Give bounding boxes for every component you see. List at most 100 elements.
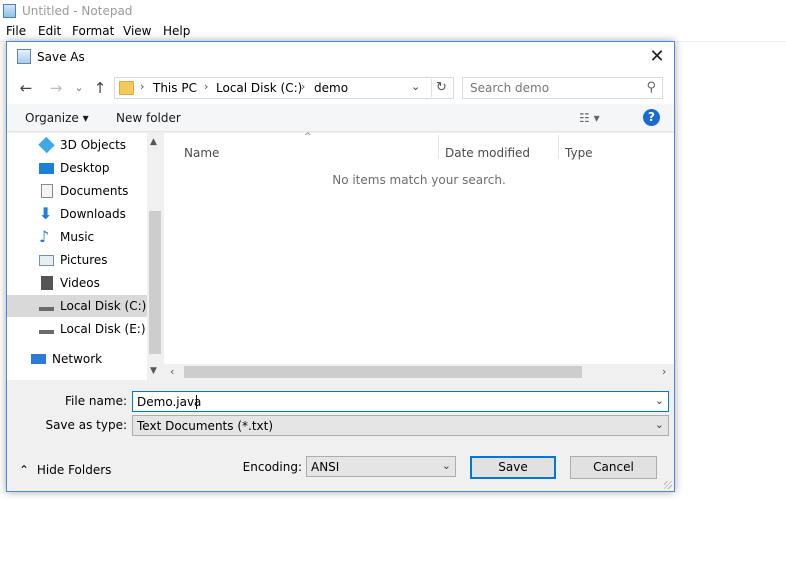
nav-item-label: Music [60,230,95,244]
up-arrow-icon[interactable]: ↑ [90,78,110,98]
new-folder-button[interactable]: New folder [116,111,181,125]
network-icon [31,354,46,364]
scrollbar-thumb[interactable] [149,211,161,354]
forward-arrow-icon[interactable]: → [46,78,66,98]
column-header-name[interactable]: Name [184,146,219,160]
nav-item-label: Network [52,352,103,366]
chevron-down-icon[interactable]: ⌄ [655,418,664,431]
sort-ascending-icon: ^ [304,132,312,142]
nav-item-label: Documents [60,184,129,198]
breadcrumb-separator: › [301,80,306,93]
nav-item-downloads[interactable]: ⬇ Downloads [7,203,147,225]
file-name-value: Demo.java [137,395,202,409]
help-icon[interactable]: ? [643,109,660,126]
chevron-up-icon: ⌃ [19,463,30,477]
nav-item-label: Downloads [60,207,126,221]
save-as-type-label: Save as type: [45,418,127,432]
scrollbar-thumb[interactable] [184,366,582,378]
nav-item-documents[interactable]: Documents [7,180,147,202]
column-divider[interactable] [558,135,559,159]
encoding-select[interactable]: ANSI ⌄ [306,456,456,477]
menu-edit[interactable]: Edit [38,24,61,38]
drive-icon [39,301,54,311]
desktop-icon [39,163,54,174]
nav-item-label: 3D Objects [60,138,127,152]
nav-item-label: Desktop [60,161,110,175]
nav-item-3d-objects[interactable]: 3D Objects [7,134,147,156]
save-as-dialog: Save As ✕ ← → ⌄ ↑ › This PC › Local Disk… [6,41,675,492]
hide-folders-button[interactable]: ⌃ Hide Folders [19,463,111,477]
menu-help[interactable]: Help [163,24,190,38]
notepad-title: Untitled - Notepad [22,4,133,18]
refresh-icon[interactable]: ↻ [431,79,451,97]
column-divider[interactable] [438,135,439,159]
nav-item-network[interactable]: Network [7,348,147,370]
scroll-left-icon[interactable]: ‹ [170,365,174,378]
empty-message: No items match your search. [332,173,506,187]
resize-grip-icon[interactable] [664,481,672,489]
search-input[interactable]: Search demo ⚲ [462,77,663,99]
address-bar[interactable]: › This PC › Local Disk (C:) › demo ⌄ ↻ [114,77,454,99]
scroll-right-icon[interactable]: › [662,365,666,378]
back-arrow-icon[interactable]: ← [16,78,36,98]
nav-item-label: Local Disk (C:) [60,299,147,313]
column-header-type[interactable]: Type [565,146,593,160]
documents-icon [41,184,53,198]
nav-item-desktop[interactable]: Desktop [7,157,147,179]
notepad-menubar: File Edit Format View Help [0,22,786,41]
dialog-titlebar[interactable]: Save As ✕ [7,42,674,72]
chevron-down-icon[interactable]: ⌄ [411,80,420,93]
cancel-button[interactable]: Cancel [570,456,657,479]
organize-button[interactable]: Organize ▾ [25,111,89,125]
cube-icon [38,136,55,154]
chevron-down-icon[interactable]: ⌄ [655,394,664,407]
breadcrumb-demo[interactable]: demo [314,81,348,95]
nav-item-pictures[interactable]: Pictures [7,249,147,271]
search-icon[interactable]: ⚲ [646,80,656,95]
folder-icon [119,81,134,95]
file-list-horizontal-scrollbar[interactable]: ‹ › [164,364,674,380]
drive-icon [39,324,54,334]
navigation-pane: 3D Objects Desktop Documents ⬇ Downloads… [7,133,163,380]
save-as-type-select[interactable]: Text Documents (*.txt) ⌄ [132,415,669,436]
menu-format[interactable]: Format [72,24,114,38]
encoding-value: ANSI [311,460,340,474]
view-options-icon[interactable]: ☷ ▾ [579,111,600,125]
breadcrumb-separator: › [204,80,209,93]
breadcrumb-this-pc[interactable]: This PC [153,81,197,95]
nav-item-local-disk-e[interactable]: Local Disk (E:) [7,318,147,340]
notepad-icon [3,4,16,18]
address-row: ← → ⌄ ↑ › This PC › Local Disk (C:) › de… [7,72,674,104]
pictures-icon [39,255,54,266]
hide-folders-label: Hide Folders [36,463,112,477]
dialog-notepad-icon [17,49,31,64]
file-name-label: File name: [65,394,127,408]
music-icon: ♪ [39,227,50,246]
encoding-label: Encoding: [242,460,302,474]
file-list-pane[interactable]: ^ Name Date modified Type No items match… [164,132,674,380]
menu-file[interactable]: File [6,24,26,38]
breadcrumb-local-disk-c[interactable]: Local Disk (C:) [216,81,302,95]
dialog-toolbar: Organize ▾ New folder ☷ ▾ ? [7,104,674,132]
file-name-input[interactable]: Demo.java ⌄ [132,391,669,412]
download-icon: ⬇ [39,204,53,223]
save-button[interactable]: Save [470,456,556,479]
notepad-titlebar: Untitled - Notepad [0,0,786,22]
scroll-up-icon[interactable]: ▲ [150,137,157,147]
menu-view[interactable]: View [123,24,151,38]
nav-item-videos[interactable]: Videos [7,272,147,294]
nav-item-label: Videos [60,276,100,290]
chevron-down-icon[interactable]: ⌄ [442,459,451,472]
recent-locations-icon[interactable]: ⌄ [69,78,89,98]
column-header-date-modified[interactable]: Date modified [445,146,530,160]
nav-item-label: Local Disk (E:) [60,322,146,336]
text-caret [196,395,197,409]
nav-item-local-disk-c[interactable]: Local Disk (C:) [7,295,147,317]
scroll-down-icon[interactable]: ▼ [150,366,157,376]
nav-pane-scrollbar[interactable]: ▲ ▼ [147,133,163,380]
nav-item-label: Pictures [60,253,108,267]
dialog-title: Save As [37,50,85,64]
videos-icon [41,276,53,290]
nav-item-music[interactable]: ♪ Music [7,226,147,248]
close-icon[interactable]: ✕ [643,45,671,69]
